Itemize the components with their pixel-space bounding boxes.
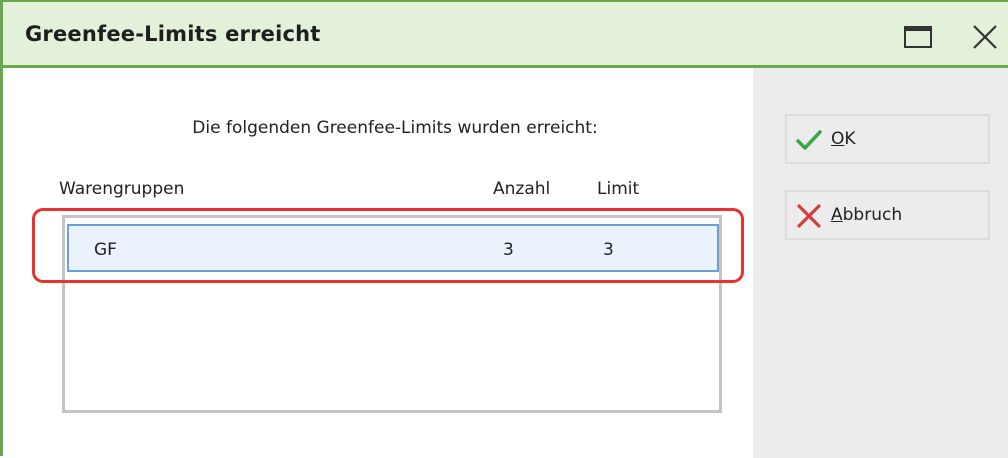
close-button[interactable]	[969, 24, 999, 50]
cancel-button[interactable]: Abbruch	[785, 190, 990, 240]
cancel-label-rest: bbruch	[842, 205, 903, 225]
ok-button[interactable]: OK	[785, 114, 990, 164]
x-mark-icon	[797, 204, 821, 228]
cancel-mnemonic: A	[831, 205, 843, 225]
ok-label-rest: K	[844, 129, 856, 149]
column-header-anzahl[interactable]: Anzahl	[493, 179, 550, 199]
annotation-highlight	[32, 208, 744, 283]
ok-mnemonic: O	[831, 129, 845, 149]
ok-button-label: OK	[831, 129, 856, 149]
maximize-button[interactable]	[903, 24, 933, 50]
column-header-limit[interactable]: Limit	[597, 179, 639, 199]
dialog-content: Die folgenden Greenfee-Limits wurden err…	[3, 68, 753, 458]
title-bar: Greenfee-Limits erreicht	[3, 2, 1008, 68]
info-message: Die folgenden Greenfee-Limits wurden err…	[192, 118, 598, 138]
close-icon	[973, 25, 997, 49]
window-maximize-icon	[904, 26, 932, 48]
column-header-warengruppen[interactable]: Warengruppen	[59, 179, 184, 199]
checkmark-icon	[796, 130, 822, 150]
dialog-window: Greenfee-Limits erreicht Die folgenden G…	[0, 0, 1008, 458]
cancel-button-label: Abbruch	[831, 205, 902, 225]
window-title: Greenfee-Limits erreicht	[25, 22, 321, 46]
